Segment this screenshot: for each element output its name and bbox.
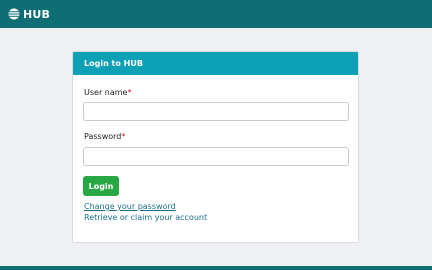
retrieve-account-link[interactable]: Retrieve or claim your account (84, 213, 207, 222)
username-label: User name* (84, 88, 131, 97)
brand-home-link[interactable]: HUB (8, 8, 50, 21)
password-label-text: Password (84, 132, 122, 141)
required-mark: * (121, 132, 126, 141)
login-button[interactable]: Login (83, 176, 119, 196)
top-navbar: HUB (0, 0, 432, 28)
hub-logo-icon (8, 8, 20, 20)
change-password-link[interactable]: Change your password (84, 202, 176, 211)
login-card-title: Login to HUB (73, 52, 358, 75)
username-input[interactable] (83, 102, 349, 121)
password-label: Password* (84, 132, 125, 141)
username-label-text: User name (84, 88, 128, 97)
login-card: Login to HUB User name* Password* Login … (72, 51, 359, 243)
footer-bar (0, 266, 432, 270)
brand-name: HUB (23, 7, 51, 21)
required-mark: * (127, 88, 132, 97)
password-input[interactable] (83, 147, 349, 166)
